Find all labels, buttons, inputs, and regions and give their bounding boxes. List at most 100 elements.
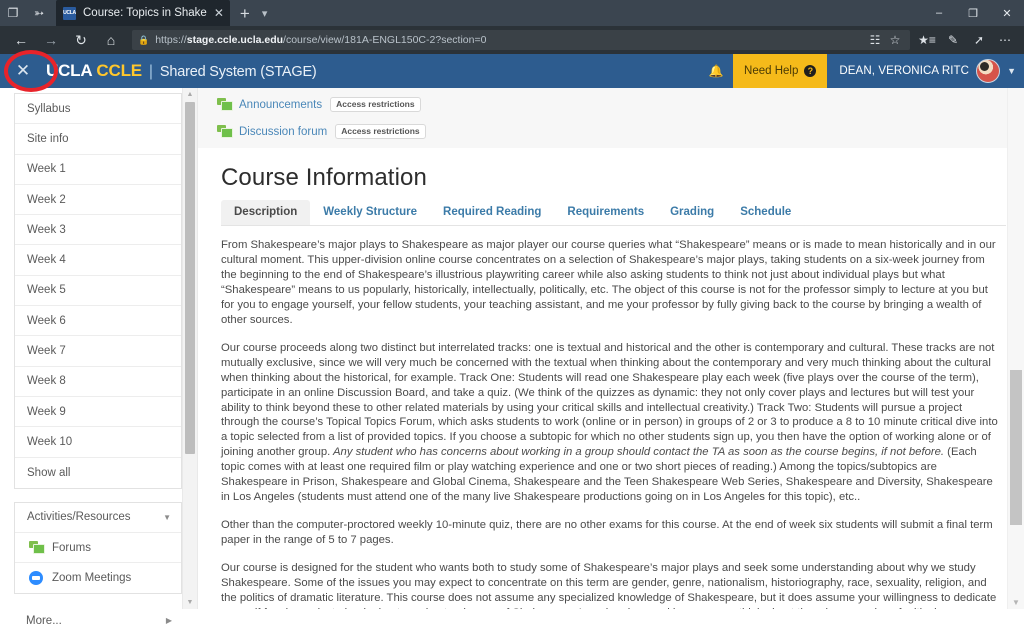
tab-requirements[interactable]: Requirements: [554, 200, 657, 225]
sidebar-item-week-7[interactable]: Week 7: [15, 336, 181, 367]
sidebar-item-show-all[interactable]: Show all: [15, 458, 181, 488]
sidebar-item-week-10[interactable]: Week 10: [15, 427, 181, 458]
sidebar-item-label: Site info: [27, 132, 69, 145]
task-view-icon[interactable]: ❐: [0, 0, 26, 26]
tab-schedule[interactable]: Schedule: [727, 200, 804, 225]
content-tabs: Description Weekly Structure Required Read…: [221, 200, 1006, 226]
sidebar-item-label: Week 6: [27, 314, 66, 327]
scrollbar-thumb[interactable]: [1010, 370, 1022, 525]
sidebar-item-week-3[interactable]: Week 3: [15, 215, 181, 246]
new-tab-button[interactable]: +: [240, 5, 250, 22]
need-help-button[interactable]: Need Help ?: [733, 54, 828, 88]
forum-icon: [29, 541, 45, 554]
sidebar-item-zoom-meetings[interactable]: Zoom Meetings: [15, 563, 181, 593]
tab-grading[interactable]: Grading: [657, 200, 727, 225]
chevron-down-icon[interactable]: ▼: [1007, 66, 1016, 76]
header-right-group: 🔔 Need Help ? DEAN, VERONICA RITC ▼: [699, 54, 1024, 88]
user-name: DEAN, VERONICA RITC: [839, 65, 970, 77]
set-tabs-aside-icon[interactable]: ➳: [26, 0, 52, 26]
paragraph: From Shakespeare’s major plays to Shakes…: [221, 239, 996, 326]
chevron-right-icon[interactable]: ▶: [166, 616, 172, 625]
discussion-forum-link[interactable]: Discussion forum: [239, 126, 327, 138]
window-controls: – ❐ ✕: [922, 0, 1024, 26]
share-icon[interactable]: ➚: [966, 26, 992, 54]
sidebar-item-label: Week 4: [27, 254, 66, 267]
access-restrictions-badge: Access restrictions: [330, 97, 421, 112]
back-arrow-icon[interactable]: ←: [6, 26, 36, 54]
sidebar-item-label: Week 3: [27, 223, 66, 236]
sidebar-item-syllabus[interactable]: Syllabus: [15, 94, 181, 125]
sidebar-item-week-6[interactable]: Week 6: [15, 306, 181, 337]
tab-description[interactable]: Description: [221, 200, 311, 225]
sidebar-item-week-2[interactable]: Week 2: [15, 185, 181, 216]
main-panel: Announcements Access restrictions Discus…: [198, 88, 1024, 609]
url-text: https://stage.ccle.ucla.edu/course/view/…: [155, 34, 486, 46]
sidebar-item-label: Show all: [27, 466, 71, 479]
notification-bell-icon[interactable]: 🔔: [699, 54, 733, 88]
lock-icon: 🔒: [138, 34, 150, 45]
tab-close-icon[interactable]: ✕: [214, 7, 224, 19]
sidebar-item-week-4[interactable]: Week 4: [15, 245, 181, 276]
home-icon[interactable]: ⌂: [96, 26, 126, 54]
page-body: Course Information Description Weekly Str…: [198, 164, 1024, 609]
page-title: Course Information: [221, 164, 427, 191]
browser-window: ❐ ➳ UCLA Course: Topics in Shake ✕ + ▾ –…: [0, 0, 1024, 627]
sidebar: Syllabus Site info Week 1 Week 2 Week 3 Week …: [0, 88, 182, 627]
scrollbar-thumb[interactable]: [185, 102, 195, 454]
user-menu[interactable]: DEAN, VERONICA RITC ▼: [827, 54, 1024, 88]
brand-ccle: CCLE: [96, 61, 142, 80]
chevron-down-icon[interactable]: ▼: [163, 513, 171, 522]
forum-icon: [217, 98, 233, 111]
minimize-button[interactable]: –: [922, 0, 956, 26]
favorites-hub-icon[interactable]: ★≡: [914, 26, 940, 54]
refresh-icon[interactable]: ↻: [66, 26, 96, 54]
link-row-discussion-forum[interactable]: Discussion forum Access restrictions: [217, 121, 1024, 142]
sidebar-item-week-1[interactable]: Week 1: [15, 155, 181, 185]
sidebar-item-week-8[interactable]: Week 8: [15, 367, 181, 397]
sidebar-item-forums[interactable]: Forums: [15, 533, 181, 564]
site-brand[interactable]: UCLA CCLE | Shared System (STAGE): [46, 61, 317, 81]
sidebar-item-label: Week 7: [27, 345, 66, 358]
scroll-down-icon[interactable]: ▼: [183, 596, 197, 609]
link-row-announcements[interactable]: Announcements Access restrictions: [217, 94, 1024, 115]
chevron-down-icon[interactable]: ▾: [262, 7, 268, 20]
tab-weekly-structure[interactable]: Weekly Structure: [310, 200, 430, 225]
sidebar-scrollbar[interactable]: ▲ ▼: [182, 88, 198, 609]
scroll-down-icon[interactable]: ▼: [1008, 595, 1024, 609]
window-titlebar: ❐ ➳ UCLA Course: Topics in Shake ✕ + ▾ –…: [0, 0, 1024, 26]
sidebar-item-label: Syllabus: [27, 102, 71, 115]
sidebar-item-label: Week 1: [27, 163, 66, 176]
brand-separator: |: [148, 63, 153, 80]
brand-system-name: Shared System (STAGE): [159, 64, 317, 80]
announcements-link[interactable]: Announcements: [239, 99, 322, 111]
scroll-up-icon[interactable]: ▲: [183, 88, 197, 101]
sidebar-item-week-9[interactable]: Week 9: [15, 397, 181, 428]
more-ellipsis-icon[interactable]: ⋯: [992, 26, 1018, 54]
sidebar-item-label: Week 9: [27, 405, 66, 418]
avatar: [976, 59, 1001, 83]
sidebar-more-button[interactable]: More... ▶: [14, 607, 182, 634]
address-bar[interactable]: 🔒 https://stage.ccle.ucla.edu/course/vie…: [132, 30, 910, 50]
sidebar-item-label: Week 8: [27, 375, 66, 388]
page-scrollbar[interactable]: ▼: [1007, 88, 1024, 609]
activities-header-label: Activities/Resources: [27, 511, 131, 524]
tab-required-reading[interactable]: Required Reading: [430, 200, 554, 225]
browser-tab[interactable]: UCLA Course: Topics in Shake ✕: [56, 0, 230, 26]
menu-toggle-close-icon[interactable]: ✕: [0, 54, 46, 88]
sidebar-item-site-info[interactable]: Site info: [15, 124, 181, 155]
access-restrictions-badge: Access restrictions: [335, 124, 426, 139]
sidebar-item-label: Week 2: [27, 193, 66, 206]
need-help-label: Need Help: [744, 65, 799, 77]
reading-view-icon[interactable]: ☷: [866, 30, 884, 50]
web-notes-icon[interactable]: ✎: [940, 26, 966, 54]
sidebar-section-course: Syllabus Site info Week 1 Week 2 Week 3 Week …: [14, 93, 182, 489]
site-header: ✕ UCLA CCLE | Shared System (STAGE) 🔔 Ne…: [0, 54, 1024, 88]
forward-arrow-icon[interactable]: →: [36, 26, 66, 54]
window-close-button[interactable]: ✕: [990, 0, 1024, 26]
forum-icon: [217, 125, 233, 138]
sidebar-item-week-5[interactable]: Week 5: [15, 276, 181, 307]
paragraph: Our course proceeds along two distinct b…: [221, 341, 998, 504]
star-icon[interactable]: ☆: [886, 30, 904, 50]
activities-header[interactable]: Activities/Resources ▼: [15, 503, 181, 533]
maximize-button[interactable]: ❐: [956, 0, 990, 26]
